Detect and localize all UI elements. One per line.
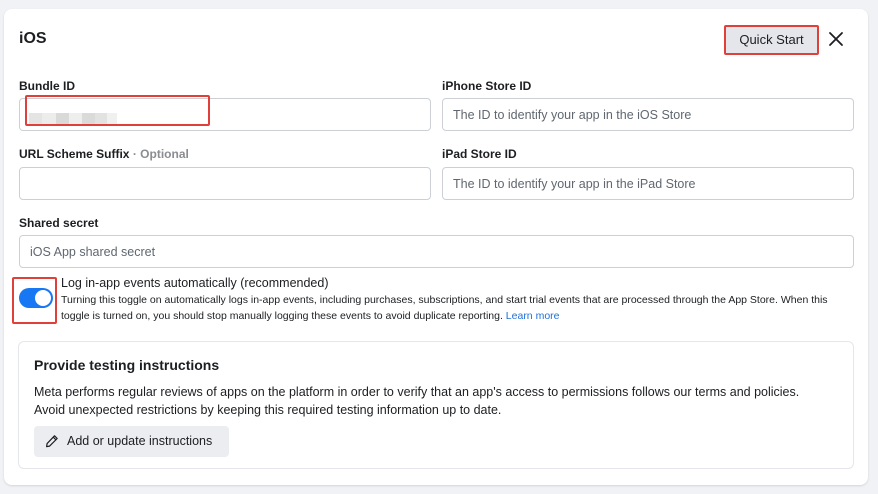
- toggle-knob: [35, 290, 51, 306]
- url-scheme-suffix-label: URL Scheme Suffix · Optional: [19, 147, 189, 161]
- shared-secret-label: Shared secret: [19, 216, 99, 230]
- testing-instructions-title: Provide testing instructions: [34, 357, 220, 373]
- ios-settings-card: iOS Quick Start Bundle ID iPhone Store I…: [4, 9, 868, 485]
- pencil-icon: [46, 435, 58, 448]
- url-scheme-suffix-input[interactable]: [19, 167, 431, 200]
- ipad-store-id-label: iPad Store ID: [442, 147, 517, 161]
- iphone-store-id-label: iPhone Store ID: [442, 79, 532, 93]
- optional-tag: · Optional: [132, 147, 189, 161]
- close-icon[interactable]: [826, 29, 846, 49]
- testing-description-line-1: Meta performs regular reviews of apps on…: [34, 385, 800, 399]
- add-instructions-button[interactable]: Add or update instructions: [34, 426, 229, 457]
- testing-description-line-2: Avoid unexpected restrictions by keeping…: [34, 403, 502, 417]
- testing-instructions-card: Provide testing instructions Meta perfor…: [18, 341, 854, 469]
- learn-more-link[interactable]: Learn more: [506, 310, 560, 322]
- auto-log-description-text: Turning this toggle on automatically log…: [61, 294, 828, 322]
- iphone-store-id-input[interactable]: [442, 98, 854, 131]
- add-instructions-label: Add or update instructions: [67, 434, 213, 448]
- quick-start-button[interactable]: Quick Start: [724, 25, 819, 55]
- auto-log-title: Log in-app events automatically (recomme…: [61, 276, 329, 290]
- testing-instructions-description: Meta performs regular reviews of apps on…: [34, 383, 844, 419]
- section-title: iOS: [19, 30, 47, 47]
- auto-log-toggle[interactable]: [19, 288, 53, 308]
- bundle-id-label: Bundle ID: [19, 79, 75, 93]
- ipad-store-id-input[interactable]: [442, 167, 854, 200]
- url-scheme-suffix-label-text: URL Scheme Suffix: [19, 147, 130, 161]
- auto-log-description: Turning this toggle on automatically log…: [61, 292, 851, 324]
- shared-secret-input[interactable]: [19, 235, 854, 268]
